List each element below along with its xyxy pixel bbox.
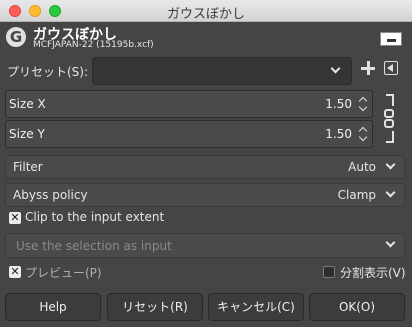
ok-button[interactable]: OK(O) bbox=[309, 293, 405, 321]
split-view-label[interactable]: 分割表示(V) bbox=[340, 264, 406, 281]
clip-checkbox[interactable]: ✕ bbox=[9, 212, 21, 224]
abyss-policy-value: Clamp bbox=[337, 188, 376, 202]
chain-bracket-top bbox=[386, 94, 394, 106]
chevron-down-icon bbox=[385, 237, 396, 248]
window-title: ガウスぼかし bbox=[166, 7, 245, 22]
size-x-label: Size X bbox=[9, 97, 46, 111]
size-x-decrement-icon[interactable] bbox=[358, 102, 368, 112]
clip-label[interactable]: Clip to the input extent bbox=[25, 210, 164, 224]
image-name: MCFJAPAN-22 (15195b.xcf) bbox=[33, 40, 154, 50]
size-x-spinbutton[interactable]: Size X 1.50 bbox=[5, 90, 373, 118]
filter-label: Filter bbox=[13, 160, 43, 174]
filter-value: Auto bbox=[348, 160, 376, 174]
preview-label[interactable]: プレビュー(P) bbox=[25, 264, 102, 281]
window-titlebar: ガウスぼかし bbox=[0, 0, 412, 22]
abyss-policy-label: Abyss policy bbox=[13, 188, 88, 202]
presets-label: プリセット(S): bbox=[7, 65, 89, 79]
presets-combo[interactable] bbox=[92, 57, 352, 85]
preview-checkbox[interactable]: ✕ bbox=[9, 266, 21, 278]
gimp-logo-icon: G bbox=[6, 27, 26, 47]
plus-icon[interactable] bbox=[360, 60, 376, 76]
help-button[interactable]: Help bbox=[5, 293, 101, 321]
filter-combo[interactable]: Filter Auto bbox=[5, 155, 405, 179]
abyss-policy-combo[interactable]: Abyss policy Clamp bbox=[5, 183, 405, 207]
selection-input-combo[interactable]: Use the selection as input bbox=[5, 233, 405, 258]
chain-link-icon[interactable] bbox=[382, 109, 396, 129]
dialog-header: G ガウスぼかし MCFJAPAN-22 (15195b.xcf) bbox=[0, 22, 412, 54]
size-x-value[interactable]: 1.50 bbox=[325, 97, 352, 111]
reset-button[interactable]: リセット(R) bbox=[107, 293, 203, 321]
split-view-checkbox[interactable] bbox=[323, 266, 335, 278]
chevron-down-icon bbox=[385, 159, 396, 170]
chevron-down-icon bbox=[385, 187, 396, 198]
chevron-down-icon bbox=[330, 63, 341, 74]
menu-arrow-icon[interactable] bbox=[384, 61, 398, 75]
selection-input-label: Use the selection as input bbox=[16, 239, 172, 253]
image-thumbnail bbox=[380, 32, 402, 46]
size-y-decrement-icon[interactable] bbox=[358, 132, 368, 142]
size-y-value[interactable]: 1.50 bbox=[325, 127, 352, 141]
size-y-label: Size Y bbox=[9, 127, 45, 141]
cancel-button[interactable]: キャンセル(C) bbox=[208, 293, 304, 321]
chain-bracket-bottom bbox=[386, 131, 394, 143]
size-y-spinbutton[interactable]: Size Y 1.50 bbox=[5, 120, 373, 148]
